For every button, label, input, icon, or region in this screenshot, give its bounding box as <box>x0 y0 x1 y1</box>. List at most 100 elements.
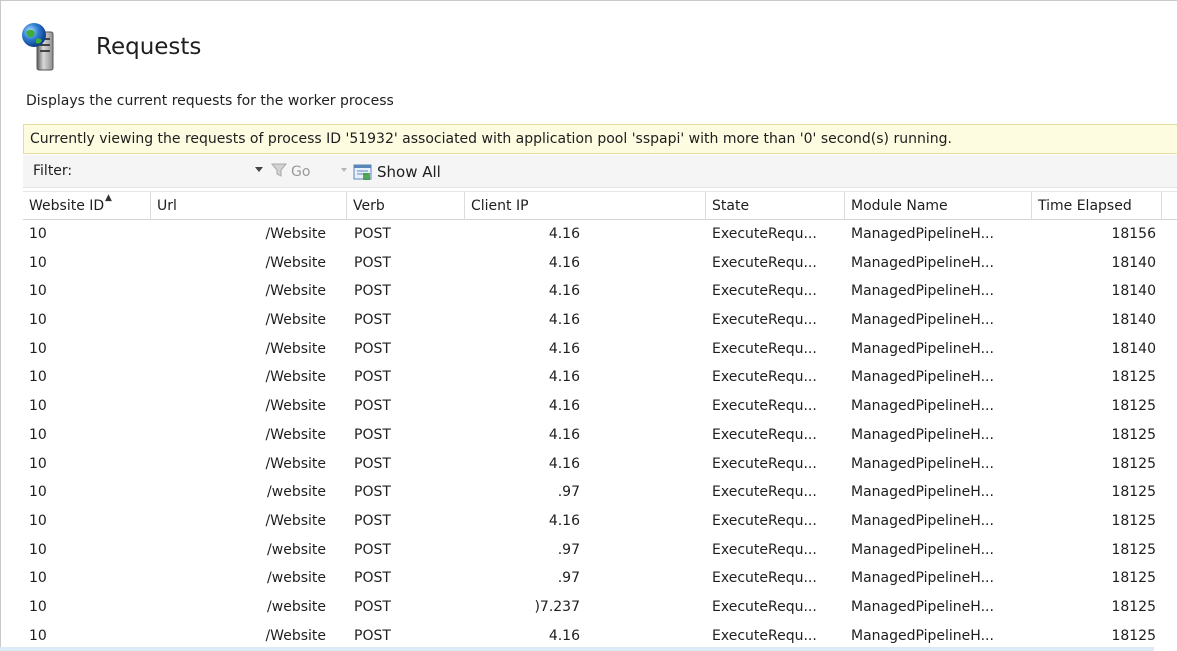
window-top-border <box>0 0 1177 1</box>
cell-verb: POST <box>354 369 391 386</box>
show-all-label: Show All <box>377 163 441 181</box>
table-body: 10/Website POST 4.16 ExecuteRequ... ManagedP… <box>23 220 1177 650</box>
cell-time-elapsed: 18125 <box>1111 398 1156 415</box>
cell-url: /website <box>267 541 326 558</box>
selected-row-highlight <box>0 647 1154 651</box>
cell-website-id: 10 <box>29 627 47 644</box>
cell-verb: POST <box>354 426 391 443</box>
cell-time-elapsed: 18156 <box>1111 226 1156 242</box>
cell-verb: POST <box>354 283 391 300</box>
go-dropdown-icon[interactable] <box>341 168 347 172</box>
table-row[interactable]: 10/Website POST 4.16 ExecuteRequ... ManagedP… <box>23 335 1177 364</box>
table-row[interactable]: 10/Website POST 4.16 ExecuteRequ... ManagedP… <box>23 421 1177 450</box>
cell-state: ExecuteRequ... <box>712 627 817 644</box>
column-header-client-ip[interactable]: Client IP <box>465 192 706 220</box>
table-row[interactable]: 10/Website POST 4.16 ExecuteRequ... ManagedP… <box>23 392 1177 421</box>
table-row[interactable]: 10/Website POST 4.16 ExecuteRequ... ManagedP… <box>23 507 1177 536</box>
cell-module-name: ManagedPipelineH... <box>851 312 994 329</box>
cell-module-name: ManagedPipelineH... <box>851 512 994 529</box>
cell-verb: POST <box>354 484 391 501</box>
cell-state: ExecuteRequ... <box>712 398 817 415</box>
table-row[interactable]: 10/Website POST 4.16 ExecuteRequ... ManagedP… <box>23 622 1177 651</box>
column-header-time-elapsed[interactable]: Time Elapsed <box>1032 192 1162 220</box>
page-header: Requests <box>20 22 201 72</box>
cell-client-ip: 4.16 <box>548 398 580 415</box>
cell-url: /Website <box>265 627 326 644</box>
cell-module-name: ManagedPipelineH... <box>851 340 994 357</box>
cell-url: /Website <box>265 254 326 271</box>
cell-client-ip: 4.16 <box>548 340 580 357</box>
show-all-button[interactable]: Show All <box>353 160 441 184</box>
column-header-state[interactable]: State <box>706 192 845 220</box>
cell-time-elapsed: 18140 <box>1111 340 1156 357</box>
cell-state: ExecuteRequ... <box>712 254 817 271</box>
cell-website-id: 10 <box>29 512 47 529</box>
table-row[interactable]: 10/Website POST 4.16 ExecuteRequ... ManagedP… <box>23 363 1177 392</box>
table-row[interactable]: 10/website POST .97 ExecuteRequ... ManagedPi… <box>23 478 1177 507</box>
table-row[interactable]: 10/Website POST 4.16 ExecuteRequ... ManagedP… <box>23 249 1177 278</box>
cell-state: ExecuteRequ... <box>712 426 817 443</box>
cell-verb: POST <box>354 312 391 329</box>
table-row[interactable]: 10/website POST)7.237 ExecuteRequ... Manage… <box>23 593 1177 622</box>
column-header-website-id[interactable]: Website ID <box>23 192 151 220</box>
chevron-down-icon[interactable] <box>255 167 263 172</box>
cell-state: ExecuteRequ... <box>712 512 817 529</box>
table-row[interactable]: 10/Website POST 4.16 ExecuteRequ... ManagedP… <box>23 306 1177 335</box>
column-header-verb[interactable]: Verb <box>347 192 465 220</box>
cell-state: ExecuteRequ... <box>712 541 817 558</box>
cell-website-id: 10 <box>29 426 47 443</box>
cell-client-ip: 4.16 <box>548 426 580 443</box>
show-all-icon <box>353 164 372 180</box>
cell-module-name: ManagedPipelineH... <box>851 541 994 558</box>
cell-url: /website <box>267 484 326 501</box>
cell-module-name: ManagedPipelineH... <box>851 398 994 415</box>
cell-state: ExecuteRequ... <box>712 455 817 472</box>
column-header-module-name[interactable]: Module Name <box>845 192 1032 220</box>
cell-state: ExecuteRequ... <box>712 598 817 615</box>
cell-state: ExecuteRequ... <box>712 484 817 501</box>
sort-ascending-icon: ▲ <box>105 193 112 203</box>
cell-state: ExecuteRequ... <box>712 369 817 386</box>
filter-input[interactable] <box>83 160 249 182</box>
column-header-url[interactable]: Url <box>151 192 347 220</box>
cell-state: ExecuteRequ... <box>712 570 817 587</box>
cell-url: /Website <box>265 283 326 300</box>
go-label: Go <box>291 164 311 180</box>
table-row[interactable]: 10/Website POST 4.16 ExecuteRequ... ManagedP… <box>23 450 1177 479</box>
cell-url: /Website <box>265 369 326 386</box>
filter-toolbar: Filter: Go Show All <box>23 155 1177 188</box>
table-row[interactable]: 10/website POST .97 ExecuteRequ... ManagedPi… <box>23 564 1177 593</box>
cell-url: /Website <box>265 398 326 415</box>
cell-url: /Website <box>265 226 326 242</box>
table-row[interactable]: 10/website POST .97 ExecuteRequ... ManagedPi… <box>23 536 1177 565</box>
page-description: Displays the current requests for the wo… <box>26 93 394 109</box>
cell-website-id: 10 <box>29 398 47 415</box>
cell-url: /Website <box>265 426 326 443</box>
cell-verb: POST <box>354 455 391 472</box>
cell-verb: POST <box>354 340 391 357</box>
cell-website-id: 10 <box>29 484 47 501</box>
cell-verb: POST <box>354 226 391 242</box>
table-header: Website ID ▲ Url Verb Client IP State Mo… <box>23 191 1177 220</box>
cell-website-id: 10 <box>29 340 47 357</box>
server-globe-icon <box>20 22 72 72</box>
cell-verb: POST <box>354 570 391 587</box>
funnel-icon <box>270 163 288 181</box>
cell-time-elapsed: 18125 <box>1111 484 1156 501</box>
cell-client-ip: .97 <box>557 570 580 587</box>
table-row[interactable]: 10/Website POST 4.16 ExecuteRequ... ManagedP… <box>23 277 1177 306</box>
cell-url: /Website <box>265 312 326 329</box>
cell-url: /website <box>267 570 326 587</box>
cell-time-elapsed: 18125 <box>1111 455 1156 472</box>
cell-url: /Website <box>265 455 326 472</box>
go-button[interactable]: Go <box>270 161 311 183</box>
cell-website-id: 10 <box>29 369 47 386</box>
cell-website-id: 10 <box>29 312 47 329</box>
cell-url: /Website <box>265 340 326 357</box>
cell-client-ip: 4.16 <box>548 254 580 271</box>
table-row[interactable]: 10/Website POST 4.16 ExecuteRequ... ManagedP… <box>23 220 1177 249</box>
cell-state: ExecuteRequ... <box>712 312 817 329</box>
cell-time-elapsed: 18140 <box>1111 283 1156 300</box>
cell-verb: POST <box>354 512 391 529</box>
cell-module-name: ManagedPipelineH... <box>851 226 994 242</box>
